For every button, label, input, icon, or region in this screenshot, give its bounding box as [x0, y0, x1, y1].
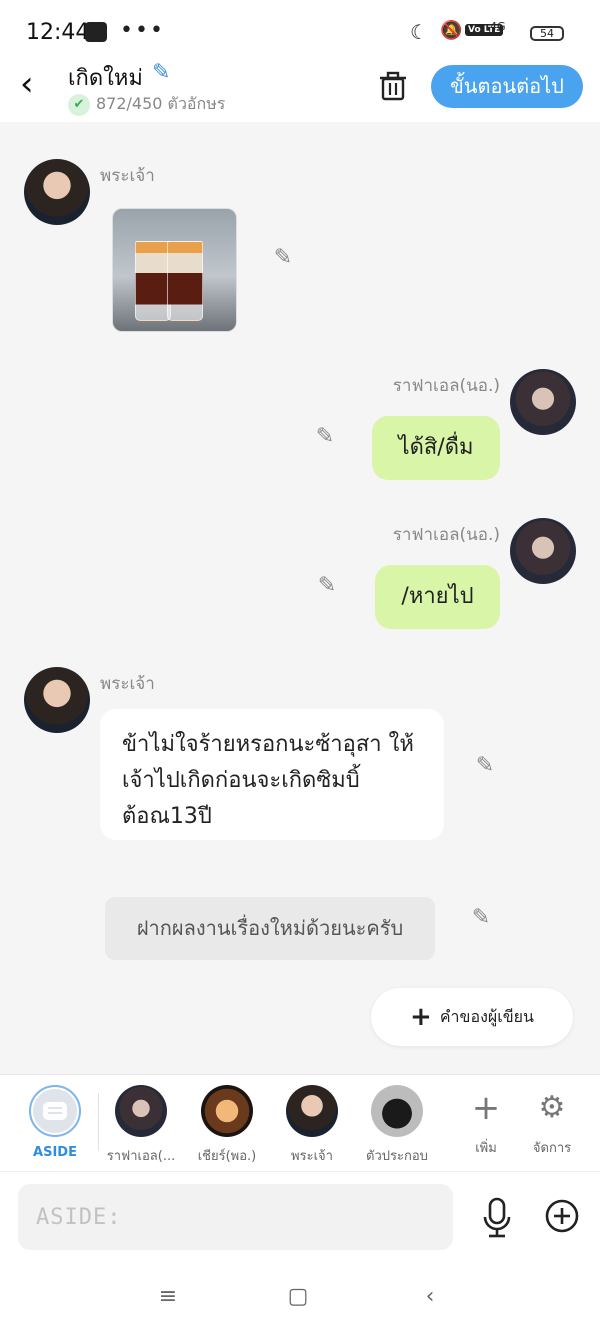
battery-icon: 54 [530, 26, 564, 41]
character-label: เชียร์(พอ.) [197, 1149, 257, 1164]
trash-icon[interactable] [378, 70, 408, 102]
avatar-god[interactable] [24, 667, 90, 733]
shot-glass-icon [167, 241, 203, 321]
add-label: เพิ่ม [475, 1141, 497, 1156]
edit-message-pencil-icon[interactable]: ✎ [270, 245, 296, 271]
back-arrow-icon[interactable]: ‹ [20, 64, 50, 104]
home-icon[interactable]: ▢ [278, 1284, 318, 1314]
message-input[interactable] [18, 1184, 453, 1250]
status-time: 12:44 [26, 20, 90, 45]
edit-message-pencil-icon[interactable]: ✎ [312, 424, 338, 450]
notification-app-icon [85, 22, 107, 42]
chat-area[interactable]: พระเจ้า ✎ ราฟาเอล(นอ.) ✎ ได้สิ/ดื่ม ราฟา… [0, 122, 600, 1074]
microphone-icon[interactable] [480, 1196, 514, 1240]
character-count-text: 872/450 ตัวอักษร [96, 94, 226, 113]
avatar [115, 1085, 167, 1137]
character-label: พระเจ้า [291, 1149, 333, 1164]
edit-message-pencil-icon[interactable]: ✎ [314, 573, 340, 599]
avatar [286, 1085, 338, 1137]
input-bar [0, 1172, 600, 1262]
avatar [371, 1085, 423, 1137]
message-sender: พระเจ้า [100, 166, 155, 186]
edit-message-pencil-icon[interactable]: ✎ [472, 753, 498, 779]
avatar-god[interactable] [24, 159, 90, 225]
network-type: 4G [490, 20, 506, 33]
author-note-label: คำของผู้เขียน [439, 1006, 534, 1026]
character-god[interactable]: พระเจ้า [270, 1083, 354, 1166]
add-attachment-icon[interactable] [544, 1198, 580, 1234]
page-title: เกิดใหม่ [68, 66, 143, 91]
message-sender: พระเจ้า [100, 674, 155, 694]
character-cheer[interactable]: เชียร์(พอ.) [185, 1083, 269, 1166]
message-sender: ราฟาเอล(นอ.) [392, 376, 500, 396]
manage-label: จัดการ [532, 1141, 572, 1156]
top-bar: ‹ เกิดใหม่ ✎ ✔ 872/450 ตัวอักษร ขั้นตอนต… [0, 52, 600, 122]
do-not-disturb-icon: ☾ [410, 20, 428, 44]
add-character-button[interactable]: + เพิ่ม [456, 1083, 516, 1158]
manage-characters-button[interactable]: ⚙ จัดการ [522, 1083, 582, 1158]
character-label: ASIDE [33, 1145, 77, 1160]
avatar-raphael[interactable] [510, 518, 576, 584]
character-extra[interactable]: ตัวประกอบ [355, 1083, 439, 1166]
plus-icon: + [410, 1002, 432, 1032]
back-nav-icon[interactable]: ‹ [410, 1284, 450, 1314]
image-message-drinks[interactable] [112, 208, 237, 332]
gear-icon: ⚙ [538, 1090, 566, 1125]
status-overflow-icon: ••• [120, 18, 165, 43]
message-bubble[interactable]: ได้สิ/ดื่ม [372, 416, 500, 480]
character-selector: ASIDE ราฟาเอล(... เชียร์(พอ.) พระเจ้า ตั… [0, 1074, 600, 1172]
plus-icon: + [471, 1088, 501, 1128]
message-bubble[interactable]: /หายไป [375, 565, 500, 629]
author-note-button[interactable]: + คำของผู้เขียน [371, 988, 573, 1046]
message-sender: ราฟาเอล(นอ.) [392, 525, 500, 545]
aside-icon [29, 1085, 81, 1137]
aside-message[interactable]: ฝากผลงานเรื่องใหม่ด้วยนะครับ [105, 897, 435, 960]
next-step-button[interactable]: ขั้นตอนต่อไป [431, 65, 583, 108]
recent-apps-icon[interactable]: ≡ [148, 1284, 188, 1314]
avatar-raphael[interactable] [510, 369, 576, 435]
system-navigation-bar: ≡ ▢ ‹ [0, 1262, 600, 1333]
edit-message-pencil-icon[interactable]: ✎ [468, 905, 494, 931]
character-count: ✔ 872/450 ตัวอักษร [68, 92, 225, 117]
message-bubble[interactable]: ข้าไม่ใจร้ายหรอกนะซ้าอุสา ให้เจ้าไปเกิดก… [100, 709, 444, 840]
shot-glass-icon [135, 241, 171, 321]
edit-title-pencil-icon[interactable]: ✎ [152, 60, 170, 85]
character-label: ราฟาเอล(... [106, 1149, 176, 1164]
character-label: ตัวประกอบ [366, 1149, 428, 1164]
check-icon: ✔ [68, 93, 90, 116]
muted-bell-icon: 🔕 [440, 20, 463, 41]
avatar [201, 1085, 253, 1137]
character-raphael[interactable]: ราฟาเอล(... [99, 1083, 183, 1166]
character-aside[interactable]: ASIDE [13, 1083, 97, 1160]
